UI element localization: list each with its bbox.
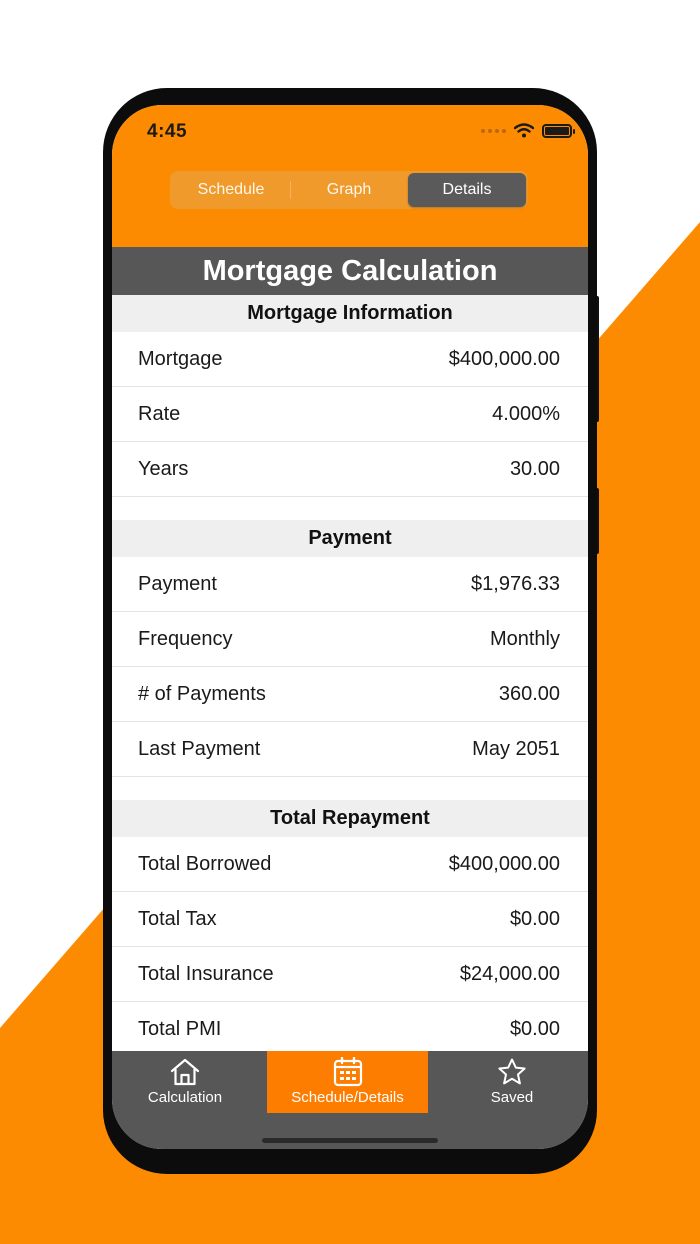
row-mortgage: Mortgage $400,000.00 (112, 332, 588, 387)
phone-frame: 4:45 Schedule Graph Details Mortgage Cal… (103, 88, 597, 1174)
row-last-payment: Last Payment May 2051 (112, 722, 588, 777)
row-label: Total PMI (138, 1017, 222, 1040)
phone-screen: 4:45 Schedule Graph Details Mortgage Cal… (112, 105, 588, 1149)
row-total-insurance: Total Insurance $24,000.00 (112, 947, 588, 1002)
row-value: $0.00 (509, 1017, 560, 1040)
row-total-tax: Total Tax $0.00 (112, 892, 588, 947)
row-value: $1,976.33 (471, 572, 560, 595)
tab-label: Calculation (147, 1089, 223, 1106)
status-icons (481, 123, 575, 138)
segment-label: Schedule (197, 181, 265, 198)
section-header-payment: Payment (112, 520, 588, 557)
section-header-total-repayment: Total Repayment (112, 800, 588, 837)
home-indicator (262, 1138, 438, 1143)
home-icon (170, 1058, 200, 1086)
section-spacer (112, 777, 588, 800)
top-bar: 4:45 Schedule Graph Details (112, 105, 588, 247)
row-value: 30.00 (509, 457, 560, 480)
row-value: May 2051 (472, 737, 560, 760)
row-total-borrowed: Total Borrowed $400,000.00 (112, 837, 588, 892)
segment-schedule[interactable]: Schedule (172, 173, 290, 207)
row-label: Mortgage (138, 347, 223, 370)
row-total-pmi: Total PMI $0.00 (112, 1002, 588, 1051)
tab-schedule-details[interactable]: Schedule/Details (267, 1051, 428, 1113)
row-value: 4.000% (492, 402, 560, 425)
row-number-of-payments: # of Payments 360.00 (112, 667, 588, 722)
title-bar: Mortgage Calculation (112, 247, 588, 295)
row-payment: Payment $1,976.33 (112, 557, 588, 612)
row-label: Years (138, 457, 189, 480)
row-value: $400,000.00 (448, 852, 560, 875)
row-value: $0.00 (509, 907, 560, 930)
section-header-mortgage-information: Mortgage Information (112, 295, 588, 332)
row-label: Rate (138, 402, 181, 425)
row-frequency: Frequency Monthly (112, 612, 588, 667)
star-icon (498, 1058, 526, 1085)
details-list[interactable]: Mortgage Information Mortgage $400,000.0… (112, 295, 588, 1051)
row-value: $400,000.00 (448, 347, 560, 370)
segment-label: Graph (326, 181, 372, 198)
row-label: Frequency (138, 627, 233, 650)
row-value: $24,000.00 (459, 962, 560, 985)
status-time: 4:45 (147, 121, 188, 142)
page-title: Mortgage Calculation (202, 254, 498, 287)
row-value: 360.00 (498, 682, 560, 705)
view-segmented-control: Schedule Graph Details (170, 171, 528, 209)
row-label: Total Borrowed (138, 852, 272, 875)
row-rate: Rate 4.000% (112, 387, 588, 442)
calendar-icon (333, 1057, 362, 1087)
tab-bar: Calculation Schedule/Details Saved (112, 1051, 588, 1149)
signal-dots-icon (481, 128, 506, 133)
segment-graph[interactable]: Graph (290, 173, 408, 207)
row-label: Payment (138, 572, 217, 595)
tab-calculation[interactable]: Calculation (112, 1051, 258, 1113)
wifi-icon (514, 123, 534, 138)
battery-icon (542, 123, 575, 138)
tab-label: Schedule/Details (291, 1089, 404, 1106)
segment-label: Details (442, 181, 492, 198)
tab-saved[interactable]: Saved (440, 1051, 584, 1113)
row-value: Monthly (489, 627, 560, 650)
tab-label: Saved (490, 1089, 534, 1106)
section-spacer (112, 497, 588, 520)
row-label: Total Insurance (138, 962, 274, 985)
row-label: Total Tax (138, 907, 217, 930)
row-years: Years 30.00 (112, 442, 588, 497)
row-label: Last Payment (138, 737, 261, 760)
segment-details[interactable]: Details (408, 173, 526, 207)
row-label: # of Payments (138, 682, 266, 705)
